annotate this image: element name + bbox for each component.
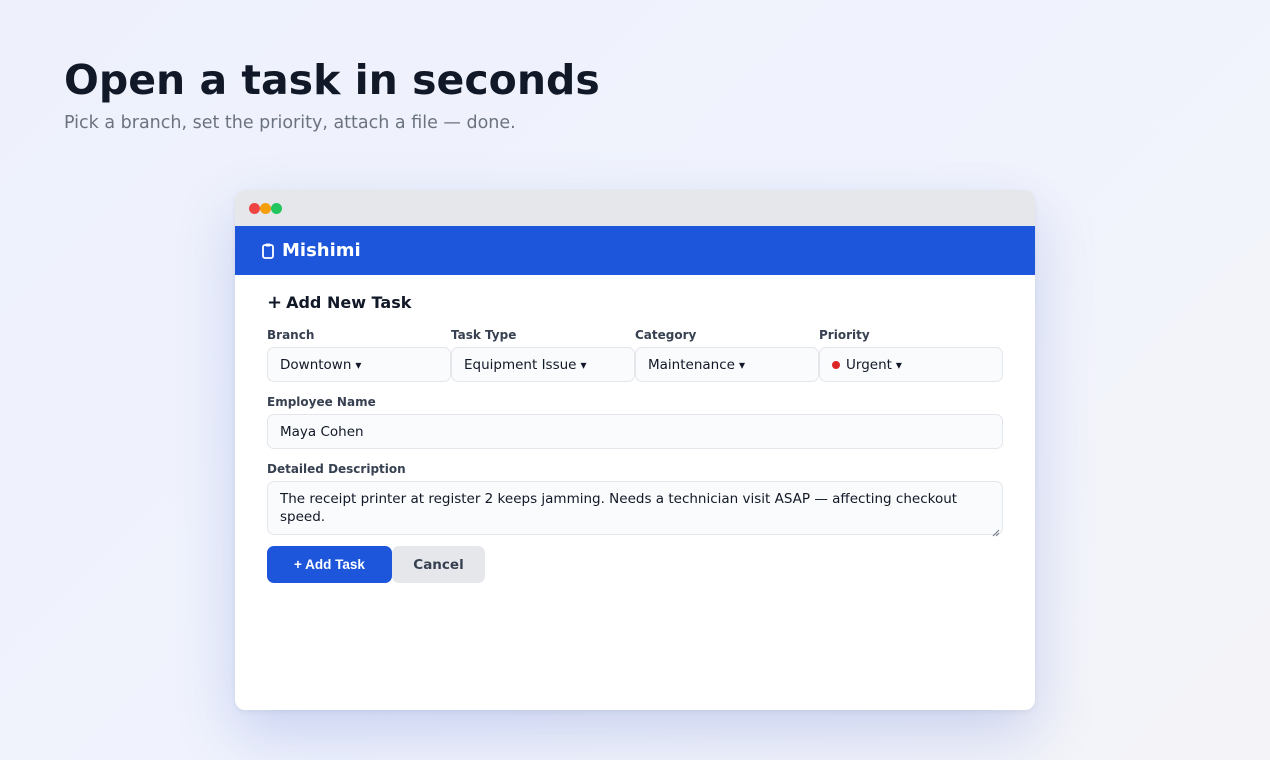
task-type-label: Task Type xyxy=(451,328,517,342)
form-title-text: Add New Task xyxy=(286,292,412,312)
clipboard-icon xyxy=(261,242,275,260)
description-field: Detailed Description The receipt printer… xyxy=(267,461,1003,537)
chevron-down-icon: ▾ xyxy=(580,357,587,372)
minimize-window-button[interactable] xyxy=(260,203,271,214)
maximize-window-button[interactable] xyxy=(271,203,282,214)
category-label: Category xyxy=(635,328,697,342)
category-value: Maintenance xyxy=(648,356,735,373)
chevron-down-icon: ▾ xyxy=(895,357,902,372)
branch-field: Branch Downtown ▾ xyxy=(267,327,451,382)
window-titlebar xyxy=(235,190,1035,226)
branch-select[interactable]: Downtown ▾ xyxy=(267,347,451,382)
hero: Open a task in seconds Pick a branch, se… xyxy=(64,56,600,134)
resize-handle-icon[interactable] xyxy=(992,524,1000,537)
cancel-button[interactable]: Cancel xyxy=(392,546,485,583)
description-textarea[interactable]: The receipt printer at register 2 keeps … xyxy=(267,481,1003,537)
hero-subtitle: Pick a branch, set the priority, attach … xyxy=(64,113,516,133)
form-title: + Add New Task xyxy=(267,291,1003,313)
employee-name-label: Employee Name xyxy=(267,395,376,409)
description-value: The receipt printer at register 2 keeps … xyxy=(280,491,958,525)
employee-name-input[interactable]: Maya Cohen xyxy=(267,414,1003,449)
plus-icon: + xyxy=(267,291,283,313)
task-form: + Add New Task Branch Downtown ▾ Task Ty… xyxy=(235,275,1035,583)
add-task-button[interactable]: + Add Task xyxy=(267,546,392,583)
priority-label: Priority xyxy=(819,328,870,342)
description-label: Detailed Description xyxy=(267,462,406,476)
app-header: Mishimi xyxy=(235,226,1035,275)
task-type-select[interactable]: Equipment Issue ▾ xyxy=(451,347,635,382)
category-field: Category Maintenance ▾ xyxy=(635,327,819,382)
hero-title: Open a task in seconds xyxy=(64,56,600,104)
priority-dot-icon xyxy=(832,360,840,369)
category-select[interactable]: Maintenance ▾ xyxy=(635,347,819,382)
employee-name-value: Maya Cohen xyxy=(280,423,364,440)
branch-label: Branch xyxy=(267,328,315,342)
priority-value: Urgent xyxy=(846,356,892,373)
task-type-value: Equipment Issue xyxy=(464,356,577,373)
form-actions: + Add Task Cancel xyxy=(267,546,1003,583)
priority-field: Priority Urgent ▾ xyxy=(819,327,1003,382)
app-window: Mishimi + Add New Task Branch Downtown ▾… xyxy=(235,190,1035,710)
chevron-down-icon: ▾ xyxy=(738,357,745,372)
close-window-button[interactable] xyxy=(249,203,260,214)
priority-select[interactable]: Urgent ▾ xyxy=(819,347,1003,382)
employee-name-field: Employee Name Maya Cohen xyxy=(267,394,1003,449)
branch-value: Downtown xyxy=(280,356,352,373)
app-name: Mishimi xyxy=(282,240,361,261)
task-type-field: Task Type Equipment Issue ▾ xyxy=(451,327,635,382)
chevron-down-icon: ▾ xyxy=(355,357,362,372)
select-row: Branch Downtown ▾ Task Type Equipment Is… xyxy=(267,327,1003,382)
